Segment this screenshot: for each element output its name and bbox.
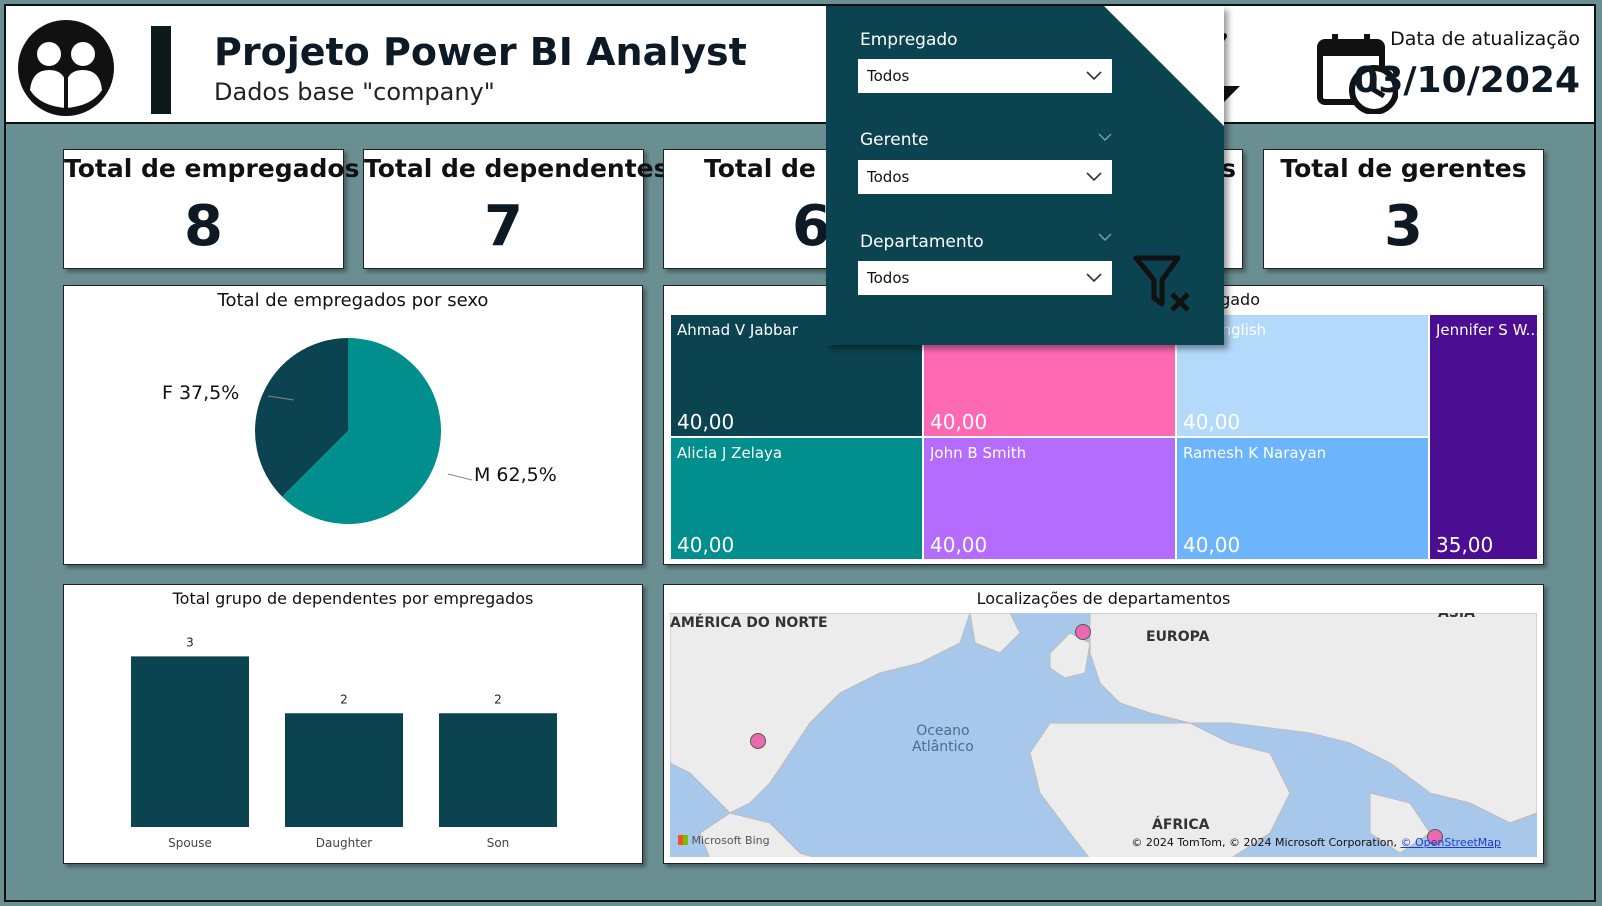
treemap-cell-name: Ramesh K Narayan: [1183, 444, 1327, 462]
bar-category-label: Spouse: [168, 836, 212, 850]
treemap-cell-name: Ahmad V Jabbar: [677, 321, 798, 339]
treemap-cell[interactable]: Ramesh K Narayan 40,00: [1176, 437, 1429, 560]
slicer-label-gerente: Gerente: [860, 130, 929, 150]
bar-category-label: Daughter: [316, 836, 373, 850]
slicer-label-empregado: Empregado: [860, 30, 958, 50]
treemap-cell-value: 40,00: [1183, 533, 1241, 557]
treemap-cell-value: 35,00: [1436, 533, 1494, 557]
kpi-value: 7: [484, 194, 523, 259]
bar-spouse[interactable]: [131, 656, 249, 827]
pie-label-m: M 62,5%: [474, 464, 557, 486]
kpi-total-gerentes: Total de gerentes 3: [1263, 149, 1544, 269]
kpi-total-dependentes: Total de dependentes 7: [363, 149, 669, 269]
map-label-europe: EUROPA: [1146, 629, 1210, 645]
map-card: Localizações de departamentos AMÉRICA DO…: [663, 584, 1544, 864]
chevron-down-icon: [1086, 71, 1102, 81]
pie-chart-card: Total de empregados por sexo F 37,5% M 6…: [63, 285, 643, 565]
map-pin-london[interactable]: [1075, 624, 1091, 640]
map-title: Localizações de departamentos: [976, 589, 1231, 608]
slicer-departamento-dropdown[interactable]: Todos: [858, 261, 1112, 295]
treemap-cell-name: Jennifer S W...: [1436, 321, 1540, 339]
filter-panel: Empregado Todos Gerente Todos Departamen…: [826, 6, 1224, 345]
bar-chart[interactable]: 3 Spouse 2 Daughter 2 Son: [64, 585, 642, 863]
map-land: [670, 613, 1537, 857]
map-label-africa: ÁFRICA: [1152, 817, 1210, 833]
map-area[interactable]: AMÉRICA DO NORTE EUROPA ÁSIA ÁFRICA Ocea…: [670, 613, 1537, 857]
treemap-cell-value: 40,00: [930, 410, 988, 434]
pie-label-f: F 37,5%: [162, 382, 240, 404]
map-label-north-america: AMÉRICA DO NORTE: [670, 615, 828, 631]
treemap-cell-name: Alicia J Zelaya: [677, 444, 783, 462]
map-ocean-line-2: Atlântico: [912, 739, 974, 755]
map-copyright: © 2024 TomTom, © 2024 Microsoft Corporat…: [1131, 836, 1501, 849]
map-label-asia: ÁSIA: [1438, 613, 1475, 621]
slicer-empregado-dropdown[interactable]: Todos: [858, 59, 1112, 93]
slicer-gerente-dropdown[interactable]: Todos: [858, 160, 1112, 194]
chevron-down-icon[interactable]: [1098, 130, 1112, 144]
update-label: Data de atualização: [1390, 28, 1580, 50]
map-bing-text: Microsoft Bing: [691, 834, 770, 847]
bar-data-label: 2: [340, 692, 348, 706]
slicer-label-departamento: Departamento: [860, 232, 984, 252]
treemap-cell-value: 40,00: [1183, 410, 1241, 434]
map-ocean-line-1: Oceano: [916, 723, 970, 739]
clear-filter-icon[interactable]: [1132, 254, 1196, 314]
kpi-value: 3: [1384, 194, 1423, 259]
chevron-down-icon: [1086, 172, 1102, 182]
pie-leader-m: [447, 473, 473, 481]
users-group-icon: [18, 20, 114, 116]
header: Projeto Power BI Analyst Dados base "com…: [6, 6, 1594, 124]
kpi-label: Total de empregados: [64, 154, 360, 183]
treemap-cell-value: 40,00: [677, 533, 735, 557]
page-subtitle: Dados base "company": [214, 78, 495, 106]
filter-panel-corner: [1104, 6, 1224, 126]
treemap-cell-value: 40,00: [677, 410, 735, 434]
bar-category-label: Son: [487, 836, 510, 850]
treemap-cell-name: John B Smith: [930, 444, 1027, 462]
bar-data-label: 3: [186, 635, 194, 649]
bar-daughter[interactable]: [285, 713, 403, 827]
treemap-cell-value: 40,00: [930, 533, 988, 557]
map-label-ocean: Oceano Atlântico: [912, 723, 974, 755]
title-divider: [151, 26, 171, 114]
chevron-down-icon: [1086, 273, 1102, 283]
kpi-value: 8: [184, 194, 223, 259]
map-pin-houston[interactable]: [750, 733, 766, 749]
treemap-cell[interactable]: Alicia J Zelaya 40,00: [670, 437, 923, 560]
update-date: 03/10/2024: [1353, 60, 1580, 101]
map-bing-attribution: Microsoft Bing: [678, 834, 770, 847]
chevron-down-icon[interactable]: [1098, 230, 1112, 244]
bar-data-label: 2: [494, 692, 502, 706]
microsoft-logo-icon: [678, 835, 688, 845]
slicer-value: Todos: [867, 67, 910, 85]
osm-link[interactable]: © OpenStreetMap: [1400, 836, 1501, 849]
kpi-label: Total de gerentes: [1280, 154, 1527, 183]
bar-chart-card: Total grupo de dependentes por empregado…: [63, 584, 643, 864]
kpi-label: Total de dependentes: [364, 154, 669, 183]
page-title: Projeto Power BI Analyst: [214, 30, 747, 74]
slicer-value: Todos: [867, 269, 910, 287]
treemap-cell[interactable]: John B Smith 40,00: [923, 437, 1176, 560]
bar-son[interactable]: [439, 713, 557, 827]
slicer-value: Todos: [867, 168, 910, 186]
map-copyright-text: © 2024 TomTom, © 2024 Microsoft Corporat…: [1131, 836, 1401, 849]
pie-chart[interactable]: [64, 286, 642, 564]
kpi-total-empregados: Total de empregados 8: [63, 149, 360, 269]
treemap-cell[interactable]: Jennifer S W... 35,00: [1429, 314, 1540, 560]
